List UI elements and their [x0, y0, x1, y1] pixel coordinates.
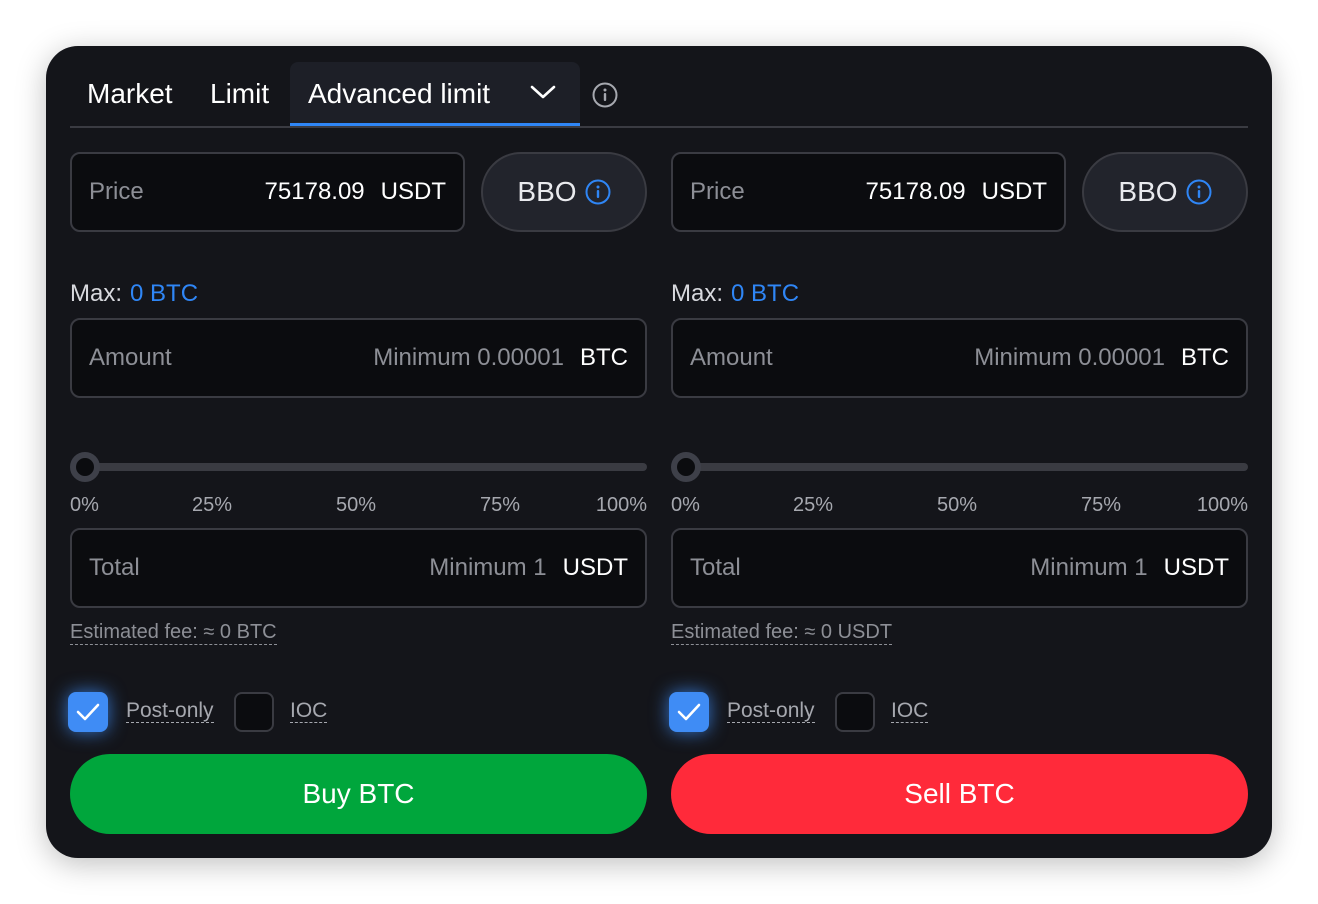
buy-amount-label: Amount	[89, 344, 172, 371]
buy-amount-field[interactable]: Amount Minimum 0.00001 BTC	[70, 318, 647, 398]
sell-price-unit: USDT	[981, 178, 1047, 205]
sell-max-label: Max:	[671, 280, 724, 307]
buy-amount-unit: BTC	[580, 344, 628, 371]
buy-price-label: Price	[89, 178, 144, 205]
buy-bbo-button[interactable]: BBO	[481, 152, 647, 232]
buy-ioc-label[interactable]: IOC	[290, 700, 328, 723]
sell-button[interactable]: Sell BTC	[671, 754, 1248, 834]
buy-total-field[interactable]: Total Minimum 1 USDT	[70, 528, 647, 608]
sell-total-placeholder: Minimum 1	[1030, 554, 1148, 581]
sell-amount-unit: BTC	[1181, 344, 1229, 371]
tick-label[interactable]: 50%	[937, 494, 977, 517]
sell-bbo-button[interactable]: BBO	[1082, 152, 1248, 232]
sell-percent-slider[interactable]	[671, 452, 1248, 482]
checkmark-icon	[76, 703, 100, 721]
tick-label[interactable]: 100%	[596, 494, 647, 517]
tab-advanced-limit-label: Advanced limit	[308, 78, 491, 109]
buy-total-label: Total	[89, 554, 140, 581]
tab-advanced-limit[interactable]: Advanced limit	[290, 62, 580, 126]
buy-ioc-checkbox[interactable]	[234, 692, 274, 732]
buy-max: Max: 0 BTC	[70, 280, 198, 308]
sell-post-only-label[interactable]: Post-only	[727, 700, 815, 723]
sell-post-only-checkbox[interactable]	[669, 692, 709, 732]
slider-thumb[interactable]	[70, 452, 100, 482]
tick-label[interactable]: 50%	[336, 494, 376, 517]
tick-label[interactable]: 75%	[480, 494, 520, 517]
sell-ioc-label[interactable]: IOC	[891, 700, 929, 723]
order-form-panel: Market Limit Advanced limit Price 75178.…	[46, 46, 1272, 858]
buy-max-label: Max:	[70, 280, 123, 307]
sell-amount-label: Amount	[690, 344, 773, 371]
buy-post-only-checkbox[interactable]	[68, 692, 108, 732]
sell-price-value[interactable]: 75178.09	[866, 178, 966, 205]
tick-label[interactable]: 25%	[192, 494, 232, 517]
buy-slider-ticks: 0% 25% 50% 75% 100%	[70, 494, 647, 518]
buy-price-field[interactable]: Price 75178.09 USDT	[70, 152, 465, 232]
tick-label[interactable]: 0%	[70, 494, 99, 517]
buy-amount-placeholder: Minimum 0.00001	[373, 344, 564, 371]
tick-label[interactable]: 0%	[671, 494, 700, 517]
info-icon[interactable]	[592, 82, 618, 108]
buy-total-unit: USDT	[562, 554, 628, 581]
info-icon[interactable]	[585, 179, 611, 205]
sell-price-label: Price	[690, 178, 745, 205]
buy-total-placeholder: Minimum 1	[429, 554, 547, 581]
tick-label[interactable]: 75%	[1081, 494, 1121, 517]
sell-total-field[interactable]: Total Minimum 1 USDT	[671, 528, 1248, 608]
buy-price-unit: USDT	[380, 178, 446, 205]
buy-max-value[interactable]: 0 BTC	[130, 280, 198, 307]
buy-button[interactable]: Buy BTC	[70, 754, 647, 834]
sell-ioc-checkbox[interactable]	[835, 692, 875, 732]
sell-price-field[interactable]: Price 75178.09 USDT	[671, 152, 1066, 232]
tab-limit[interactable]: Limit	[210, 62, 269, 126]
tick-label[interactable]: 25%	[793, 494, 833, 517]
sell-total-label: Total	[690, 554, 741, 581]
sell-max: Max: 0 BTC	[671, 280, 799, 308]
buy-percent-slider[interactable]	[70, 452, 647, 482]
chevron-down-icon[interactable]	[530, 84, 556, 100]
sell-column: Price 75178.09 USDT BBO Max: 0 BTC Amount …	[669, 152, 1248, 842]
buy-post-only-label[interactable]: Post-only	[126, 700, 214, 723]
sell-options: Post-only IOC	[669, 692, 969, 732]
sell-amount-field[interactable]: Amount Minimum 0.00001 BTC	[671, 318, 1248, 398]
sell-total-unit: USDT	[1163, 554, 1229, 581]
sell-max-value[interactable]: 0 BTC	[731, 280, 799, 307]
tab-market[interactable]: Market	[87, 62, 173, 126]
buy-bbo-label: BBO	[517, 176, 577, 207]
slider-thumb[interactable]	[671, 452, 701, 482]
sell-bbo-label: BBO	[1118, 176, 1178, 207]
buy-options: Post-only IOC	[68, 692, 368, 732]
info-icon[interactable]	[1186, 179, 1212, 205]
buy-estimated-fee[interactable]: Estimated fee: ≈ 0 BTC	[70, 620, 277, 645]
buy-price-value[interactable]: 75178.09	[265, 178, 365, 205]
checkmark-icon	[677, 703, 701, 721]
slider-track[interactable]	[679, 463, 1248, 471]
tick-label[interactable]: 100%	[1197, 494, 1248, 517]
buy-column: Price 75178.09 USDT BBO Max: 0 BTC Amount …	[68, 152, 647, 842]
order-type-tabs: Market Limit Advanced limit	[70, 62, 1248, 128]
sell-amount-placeholder: Minimum 0.00001	[974, 344, 1165, 371]
sell-slider-ticks: 0% 25% 50% 75% 100%	[671, 494, 1248, 518]
sell-estimated-fee[interactable]: Estimated fee: ≈ 0 USDT	[671, 620, 893, 645]
slider-track[interactable]	[78, 463, 647, 471]
